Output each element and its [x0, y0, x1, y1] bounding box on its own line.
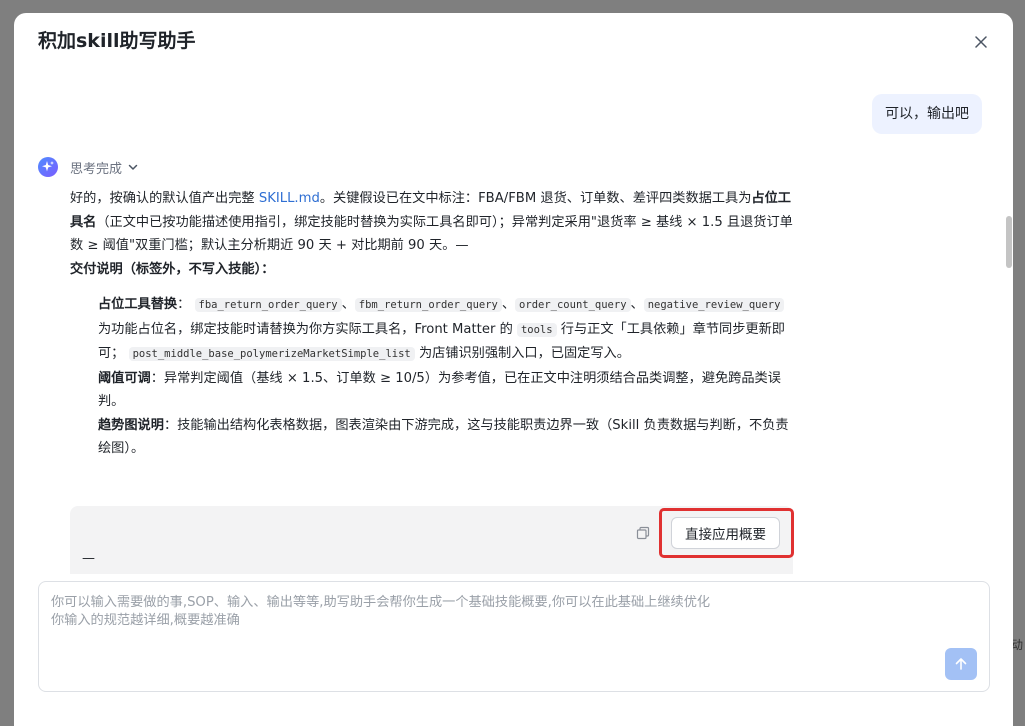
note-colon: ： — [177, 297, 191, 312]
note-text: ：技能输出结构化表格数据，图表渲染由下游完成，这与技能职责边界一致（Skill … — [98, 417, 789, 457]
arrow-up-icon — [955, 658, 967, 670]
assistant-answer: 好的，按确认的默认值产出完整 SKILL.md。关键假设已在文中标注：FBA/F… — [70, 187, 800, 461]
separator: 、 — [501, 297, 516, 312]
note-text: 为店铺识别强制入口，已固定写入。 — [418, 346, 630, 361]
code-tool-name: fba_return_order_query — [194, 298, 342, 312]
chat-scrollbar[interactable] — [1006, 216, 1012, 268]
sparkle-icon — [38, 157, 58, 177]
answer-intro-text: 。关键假设已在文中标注：FBA/FBM 退货、订单数、差评四类数据工具为 — [319, 191, 752, 206]
note-text: 为功能占位名，绑定技能时请替换为你方实际工具名，Front Matter 的 — [98, 321, 513, 337]
prompt-input[interactable] — [51, 594, 951, 654]
skill-assistant-modal: 积加skill助写助手 可以，输出吧 思考完成 好的，按确认的默认值产出完整 S… — [14, 13, 1013, 726]
code-tools-key: tools — [516, 322, 557, 337]
code-tool-name: order_count_query — [515, 298, 631, 312]
answer-intro-text: 好的，按确认的默认值产出完整 — [70, 191, 259, 206]
note-text: ：异常判定阈值（基线 × 1.5、订单数 ≥ 10/5）为参考值，已在正文中注明… — [98, 370, 781, 410]
prompt-input-box — [38, 581, 990, 692]
user-message-bubble: 可以，输出吧 — [872, 94, 982, 134]
delivery-notes-list: 占位工具替换： fba_return_order_query、 fbm_retur… — [98, 293, 798, 461]
note-label: 占位工具替换 — [98, 297, 178, 312]
delivery-notes-title: 交付说明（标签外，不写入技能）： — [70, 261, 275, 277]
skill-md-link[interactable]: SKILL.md — [259, 191, 320, 206]
summary-code-block: 直接应用概要 — — [70, 506, 794, 574]
close-button[interactable] — [969, 30, 993, 54]
code-tool-name: negative_review_query — [643, 298, 785, 312]
separator: 、 — [341, 297, 355, 312]
modal-header: 积加skill助写助手 — [14, 13, 1013, 69]
note-label: 阈值可调 — [98, 370, 151, 386]
send-button[interactable] — [945, 648, 977, 680]
summary-dash: — — [82, 551, 95, 566]
thinking-toggle[interactable]: 思考完成 — [38, 157, 139, 177]
thinking-label: 思考完成 — [70, 161, 123, 177]
answer-intro-text: （正文中已按功能描述使用指引，绑定技能时替换为实际工具名即可）；异常判定采用"退… — [70, 214, 793, 254]
modal-title: 积加skill助写助手 — [38, 30, 196, 52]
copy-icon[interactable] — [636, 526, 650, 540]
note-label: 趋势图说明 — [98, 417, 164, 433]
answer-intro: 好的，按确认的默认值产出完整 SKILL.md。关键假设已在文中标注：FBA/F… — [70, 187, 800, 258]
note-placeholder-tools: 占位工具替换： fba_return_order_query、 fbm_retur… — [98, 293, 798, 367]
note-threshold: 阈值可调：异常判定阈值（基线 × 1.5、订单数 ≥ 10/5）为参考值，已在正… — [98, 367, 798, 414]
close-icon — [975, 36, 987, 48]
separator: 、 — [630, 297, 644, 312]
code-tool-name: fbm_return_order_query — [354, 298, 502, 312]
note-trend-chart: 趋势图说明：技能输出结构化表格数据，图表渲染由下游完成，这与技能职责边界一致（S… — [98, 414, 798, 461]
backdrop-edge-text: 动 — [1011, 638, 1024, 652]
apply-summary-button[interactable]: 直接应用概要 — [671, 517, 780, 549]
code-store-entry: post_middle_base_polymerizeMarketSimple_… — [128, 347, 415, 361]
chat-area[interactable]: 可以，输出吧 思考完成 好的，按确认的默认值产出完整 SKILL.md。关键假设… — [14, 69, 1013, 574]
chevron-down-icon — [128, 164, 138, 170]
